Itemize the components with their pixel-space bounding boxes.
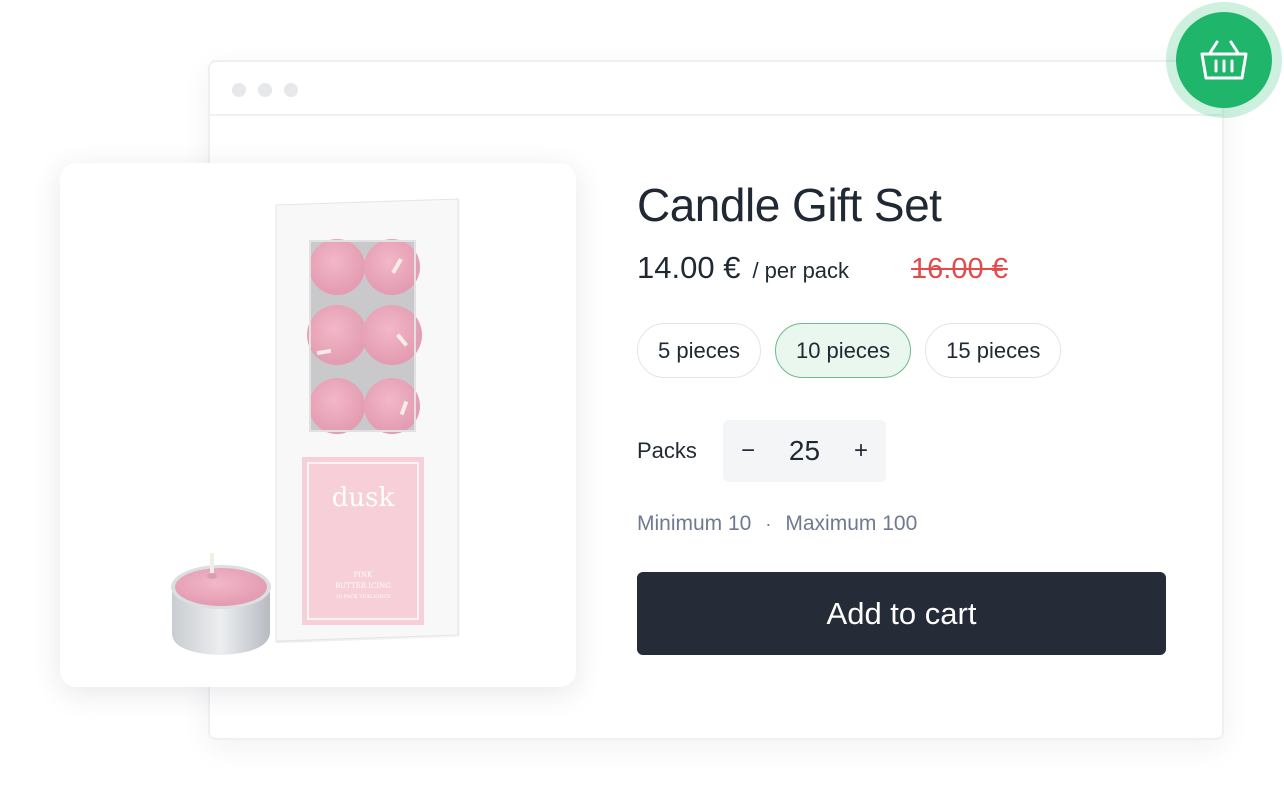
quantity-stepper: − 25 + xyxy=(723,420,886,482)
browser-title-bar xyxy=(210,62,1222,116)
current-price: 14.00 € xyxy=(637,250,741,285)
option-10-pieces[interactable]: 10 pieces xyxy=(774,323,912,378)
window-dot xyxy=(232,83,246,97)
size-options: 5 pieces 10 pieces 15 pieces xyxy=(637,323,1062,378)
increment-button[interactable]: + xyxy=(850,437,872,465)
maximum-text: Maximum 100 xyxy=(785,512,918,535)
product-image: dusk PINK BUTTER ICING 10 PACK TEALIGHTS xyxy=(171,198,460,655)
option-5-pieces[interactable]: 5 pieces xyxy=(637,323,761,378)
price-unit: / per pack xyxy=(752,258,850,283)
limits-separator: · xyxy=(765,513,772,534)
product-image-card: dusk PINK BUTTER ICING 10 PACK TEALIGHTS xyxy=(60,163,576,687)
quantity-value[interactable]: 25 xyxy=(789,435,820,467)
label-line-2: BUTTER ICING xyxy=(335,582,391,590)
add-to-cart-button[interactable]: Add to cart xyxy=(637,572,1166,655)
minimum-text: Minimum 10 xyxy=(637,512,752,535)
product-title: Candle Gift Set xyxy=(637,179,942,231)
price-row: 14.00 € / per pack 16.00 € xyxy=(637,250,1008,286)
brand-logo: dusk xyxy=(332,483,395,513)
old-price: 16.00 € xyxy=(911,253,1008,285)
quantity-limits: Minimum 10 · Maximum 100 xyxy=(637,512,917,536)
decrement-button[interactable]: − xyxy=(737,437,759,465)
option-15-pieces[interactable]: 15 pieces xyxy=(925,323,1062,378)
packs-label: Packs xyxy=(637,438,697,463)
window-dot xyxy=(258,83,272,97)
basket-icon[interactable] xyxy=(1176,12,1272,108)
label-line-1: PINK xyxy=(354,571,374,579)
window-dot xyxy=(284,83,298,97)
cart-badge[interactable] xyxy=(1166,2,1282,118)
label-line-3: 10 PACK TEALIGHTS xyxy=(336,594,391,600)
